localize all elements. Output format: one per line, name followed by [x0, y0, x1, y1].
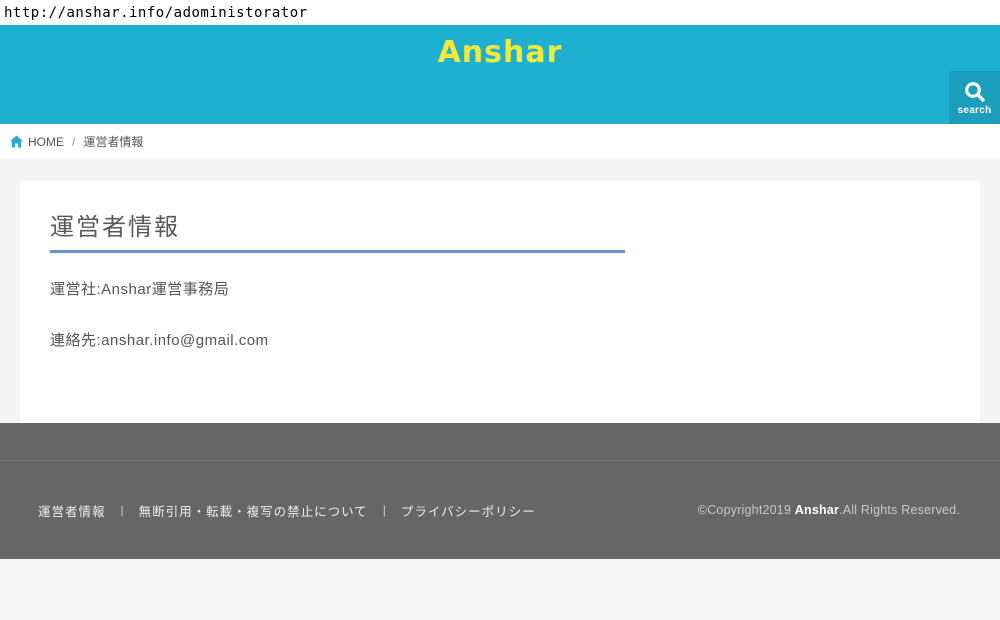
site-footer: 運営者情報 | 無断引用・転載・複写の禁止について | プライバシーポリシー ©…: [0, 423, 1000, 559]
footer-bottom-band: 運営者情報 | 無断引用・転載・複写の禁止について | プライバシーポリシー ©…: [0, 461, 1000, 559]
operator-line: 運営社:Anshar運営事務局: [50, 279, 950, 300]
breadcrumb-home-label: HOME: [28, 135, 64, 149]
page-bottom-spacer: [0, 559, 1000, 619]
footer-top-band: [0, 423, 1000, 461]
footer-link-operator-info[interactable]: 運営者情報: [38, 501, 106, 520]
search-button[interactable]: search: [949, 71, 1000, 124]
site-logo[interactable]: Anshar: [0, 35, 1000, 70]
footer-nav: 運営者情報 | 無断引用・転載・複写の禁止について | プライバシーポリシー: [38, 501, 536, 520]
copyright-brand: Anshar: [795, 503, 839, 517]
copyright-suffix: .All Rights Reserved.: [839, 503, 960, 517]
footer-link-separator: |: [383, 503, 386, 517]
footer-link-no-reproduction[interactable]: 無断引用・転載・複写の禁止について: [139, 501, 368, 520]
search-button-label: search: [957, 105, 991, 116]
contact-line: 連絡先:anshar.info@gmail.com: [50, 330, 950, 351]
breadcrumb-current: 運営者情報: [83, 133, 143, 150]
url-bar: http://anshar.info/adoministorator: [0, 0, 1000, 25]
copyright: ©Copyright2019 Anshar.All Rights Reserve…: [698, 503, 960, 517]
content-card: 運営者情報 運営社:Anshar運営事務局 連絡先:anshar.info@gm…: [20, 181, 980, 423]
breadcrumb-home-link[interactable]: HOME: [10, 135, 64, 149]
search-icon: [964, 81, 986, 103]
copyright-prefix: ©Copyright2019: [698, 503, 795, 517]
home-icon: [10, 135, 23, 148]
main-content: 運営者情報 運営社:Anshar運営事務局 連絡先:anshar.info@gm…: [0, 159, 1000, 423]
breadcrumb-separator: /: [72, 135, 75, 149]
title-underline: [50, 250, 625, 253]
page-title: 運営者情報: [50, 213, 950, 242]
footer-link-separator: |: [121, 503, 124, 517]
footer-link-privacy-policy[interactable]: プライバシーポリシー: [401, 501, 536, 520]
breadcrumb: HOME / 運営者情報: [0, 124, 1000, 159]
url-text: http://anshar.info/adoministorator: [4, 5, 308, 21]
site-header: Anshar search: [0, 25, 1000, 124]
